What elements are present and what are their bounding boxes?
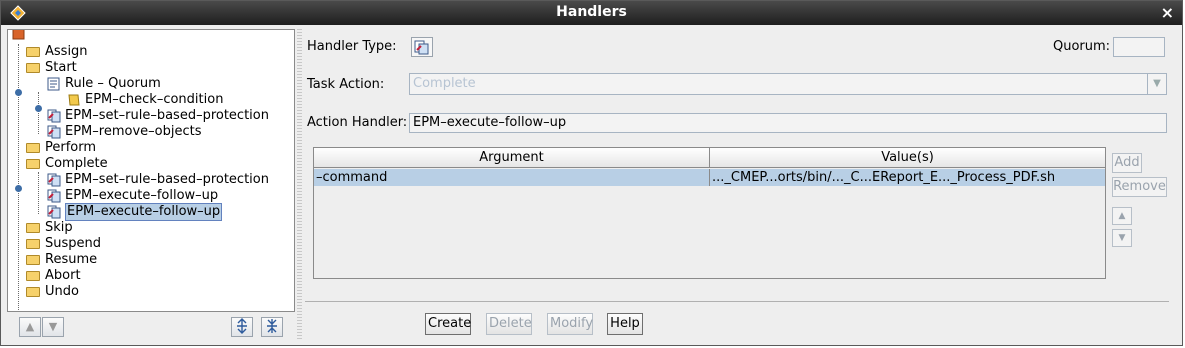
action-handler-label: Action Handler: <box>307 115 408 130</box>
tree-item-label: Abort <box>45 268 81 283</box>
tree-item-label: Complete <box>45 156 108 171</box>
tree-item-label: EPM–set–rule–based–protection <box>65 108 269 123</box>
add-button[interactable]: Add <box>1112 153 1142 173</box>
action-handler-icon <box>46 189 62 203</box>
folder-icon <box>26 141 42 155</box>
action-handler-icon <box>46 205 62 219</box>
expand-start-knob[interactable] <box>15 89 22 96</box>
tree-item-label: Undo <box>45 284 79 299</box>
folder-icon <box>26 45 42 59</box>
handler-type-icon[interactable] <box>411 37 433 57</box>
remove-button[interactable]: Remove <box>1112 177 1167 197</box>
tree-item-label: EPM–remove–objects <box>65 124 202 139</box>
move-down-button[interactable]: ▼ <box>42 317 64 337</box>
folder-icon <box>26 157 42 171</box>
argument-column-header[interactable]: Argument <box>314 148 710 168</box>
template-icon <box>12 30 28 41</box>
panel-splitter[interactable] <box>297 29 302 341</box>
move-argument-down-button[interactable]: ▼ <box>1112 229 1132 247</box>
folder-icon <box>26 237 42 251</box>
folder-icon <box>26 285 42 299</box>
tree-item-label: Perform <box>45 140 97 155</box>
modify-button[interactable]: Modify <box>547 313 593 335</box>
move-up-button[interactable]: ▲ <box>19 317 41 337</box>
tree-item-label: Resume <box>45 252 98 267</box>
action-handler-icon <box>46 173 62 187</box>
condition-icon <box>66 93 82 107</box>
close-icon[interactable]: × <box>1161 3 1174 22</box>
quorum-label: Quorum: <box>1053 39 1111 54</box>
create-button[interactable]: Create <box>425 313 471 335</box>
expand-all-button[interactable] <box>231 317 253 337</box>
folder-icon <box>26 61 42 75</box>
handlers-window: Handlers × Assign Start Rule – Quorum EPM–c… <box>0 0 1183 346</box>
handler-details-panel: Handler Type: Quorum: Task Action: Compl… <box>305 29 1175 341</box>
handler-tree-panel: Assign Start Rule – Quorum EPM–check–condit… <box>7 29 295 339</box>
arguments-table[interactable]: Argument Value(s) –command ..._CMEP...or… <box>313 147 1106 279</box>
rule-icon <box>46 77 62 91</box>
tree-item-label: EPM–execute–follow–up <box>65 188 219 203</box>
argument-cell[interactable]: –command <box>314 169 710 186</box>
tree-item-label: Skip <box>45 220 73 235</box>
folder-icon <box>26 253 42 267</box>
action-handler-icon <box>46 109 62 123</box>
window-title: Handlers <box>556 4 627 20</box>
table-row[interactable]: –command ..._CMEP...orts/bin/..._C...ERe… <box>314 169 1105 186</box>
quorum-field[interactable] <box>1113 37 1165 57</box>
collapse-all-button[interactable] <box>261 317 283 337</box>
delete-button[interactable]: Delete <box>486 313 532 335</box>
value-cell[interactable]: ..._CMEP...orts/bin/..._C...EReport_E...… <box>710 169 1105 186</box>
action-handler-field[interactable]: EPM–execute–follow–up <box>409 113 1167 133</box>
tree-item-label: Suspend <box>45 236 102 251</box>
folder-icon <box>26 221 42 235</box>
action-handler-icon <box>46 125 62 139</box>
chevron-down-icon[interactable]: ▼ <box>1147 74 1166 94</box>
tree-item-label: Assign <box>45 44 88 59</box>
expand-complete-knob[interactable] <box>15 185 22 192</box>
tree-item-label: EPM–execute–follow–up <box>65 203 223 221</box>
task-action-label: Task Action: <box>307 77 385 92</box>
tree-item-label: EPM–check–condition <box>85 92 224 107</box>
tree-item-label: EPM–set–rule–based–protection <box>65 172 269 187</box>
help-button[interactable]: Help <box>607 313 643 335</box>
values-column-header[interactable]: Value(s) <box>710 148 1105 168</box>
move-argument-up-button[interactable]: ▲ <box>1112 207 1132 225</box>
handler-tree[interactable]: Assign Start Rule – Quorum EPM–check–condit… <box>7 29 295 312</box>
tree-item-label: Start <box>45 60 77 75</box>
tree-toolbar: ▲ ▼ <box>15 317 291 339</box>
tree-item-label: Rule – Quorum <box>65 76 161 91</box>
title-bar: Handlers × <box>1 1 1182 25</box>
bottom-divider <box>305 301 1169 302</box>
folder-icon <box>26 269 42 283</box>
expand-rule-knob[interactable] <box>35 105 42 112</box>
task-action-value: Complete <box>413 76 476 91</box>
task-action-select[interactable]: Complete ▼ <box>409 73 1167 95</box>
handler-type-label: Handler Type: <box>307 39 397 54</box>
